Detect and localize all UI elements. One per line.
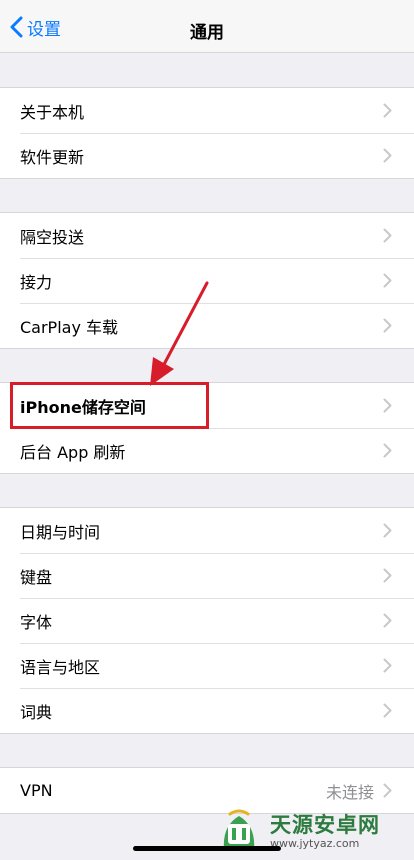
row-language-region[interactable]: 语言与地区 [0,643,414,688]
row-about[interactable]: 关于本机 [0,88,414,133]
chevron-right-icon [383,318,392,333]
row-label: 后台 App 刷新 [20,442,126,462]
row-keyboard[interactable]: 键盘 [0,553,414,598]
chevron-right-icon [383,148,392,163]
row-software-update[interactable]: 软件更新 [0,133,414,178]
annotation-highlight-box [10,382,209,429]
row-label: 键盘 [20,567,53,587]
home-indicator[interactable] [133,846,281,851]
chevron-right-icon [383,228,392,243]
row-airdrop[interactable]: 隔空投送 [0,213,414,258]
chevron-right-icon [383,613,392,628]
chevron-right-icon [383,273,392,288]
row-fonts[interactable]: 字体 [0,598,414,643]
navigation-bar: 设置 通用 [0,0,414,53]
row-label: 软件更新 [20,147,85,167]
row-label: 隔空投送 [20,227,85,247]
row-label: 关于本机 [20,102,85,122]
chevron-right-icon [383,443,392,458]
chevron-right-icon [383,523,392,538]
chevron-right-icon [383,783,392,798]
chevron-right-icon [383,103,392,118]
row-label: 字体 [20,612,53,632]
row-carplay[interactable]: CarPlay 车载 [0,303,414,348]
row-label: 日期与时间 [20,522,101,542]
page-title: 通用 [190,23,224,43]
row-date-time[interactable]: 日期与时间 [0,508,414,553]
row-dictionary[interactable]: 词典 [0,688,414,733]
row-background-app-refresh[interactable]: 后台 App 刷新 [0,428,414,473]
settings-group-connectivity: 隔空投送 接力 CarPlay 车载 [0,212,414,349]
row-label: 接力 [20,272,53,292]
watermark-name: 天源安卓网 [270,812,380,837]
watermark-url: www.jytyaz.com [270,836,360,850]
row-handoff[interactable]: 接力 [0,258,414,303]
chevron-right-icon [383,703,392,718]
chevron-right-icon [383,658,392,673]
vpn-status: 未连接 [325,782,374,802]
chevron-right-icon [383,568,392,583]
settings-group-about: 关于本机 软件更新 [0,87,414,179]
settings-group-regional: 日期与时间 键盘 字体 语言与地区 词典 [0,507,414,734]
row-label: 词典 [20,702,53,722]
chevron-right-icon [383,398,392,413]
row-label: VPN [20,781,53,800]
row-label: 语言与地区 [20,657,101,677]
row-label: CarPlay 车载 [20,317,119,337]
